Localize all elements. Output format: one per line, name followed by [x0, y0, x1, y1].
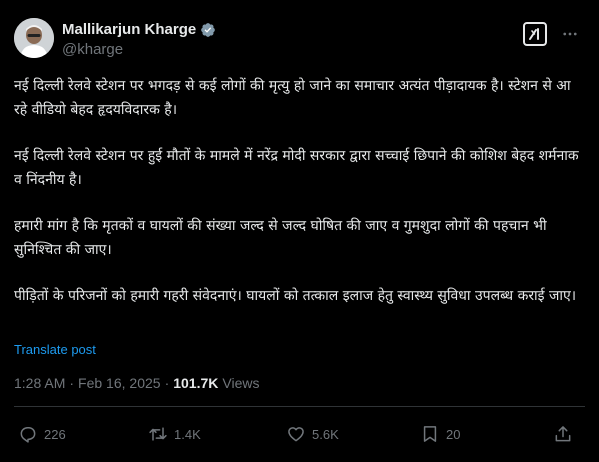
repost-button[interactable]: 1.4K [148, 420, 201, 448]
bookmark-count: 20 [446, 426, 461, 442]
tweet-paragraph: पीड़ितों के परिजनों को हमारी गहरी संवेदन… [14, 288, 577, 304]
like-count: 5.6K [312, 426, 339, 442]
author-handle[interactable]: @kharge [62, 41, 123, 58]
bookmark-button[interactable]: 20 [420, 420, 460, 448]
repost-count: 1.4K [174, 426, 201, 442]
meta-separator: · [164, 375, 170, 391]
views-count: 101.7K [173, 375, 219, 391]
divider [14, 406, 585, 407]
tweet-paragraph: हमारी मांग है कि मृतकों व घायलों की संख्… [14, 218, 547, 258]
post-time[interactable]: 1:28 AM [14, 375, 65, 391]
more-dots-icon [563, 32, 577, 36]
author-name-row: Mallikarjun Kharge [62, 21, 216, 38]
reply-button[interactable]: 226 [18, 420, 66, 448]
tweet-paragraph: नई दिल्ली रेलवे स्टेशन पर हुई मौतों के म… [14, 148, 579, 188]
grok-icon [529, 28, 539, 40]
reply-icon [20, 427, 36, 443]
action-bar: 226 1.4K 5.6K 20 [18, 420, 581, 448]
bookmark-icon [423, 426, 437, 442]
more-options-button[interactable] [558, 22, 582, 46]
avatar[interactable] [14, 18, 54, 58]
verified-badge-icon[interactable] [200, 22, 216, 38]
share-button[interactable] [553, 420, 573, 448]
tweet-meta: 1:28 AM · Feb 16, 2025 · 101.7K Views [14, 375, 259, 391]
grok-button[interactable] [523, 22, 547, 46]
meta-separator: · [69, 375, 75, 391]
translate-post-link[interactable]: Translate post [14, 342, 96, 357]
author-name[interactable]: Mallikarjun Kharge [62, 21, 196, 38]
like-button[interactable]: 5.6K [286, 420, 339, 448]
repost-icon [149, 427, 167, 441]
views-label: Views [222, 375, 260, 391]
avatar-image [14, 18, 54, 58]
reply-count: 226 [44, 426, 66, 442]
share-icon [555, 426, 571, 442]
tweet-paragraph: नई दिल्ली रेलवे स्टेशन पर भगदड़ से कई लो… [14, 78, 571, 118]
heart-icon [288, 427, 304, 442]
tweet-text: नई दिल्ली रेलवे स्टेशन पर भगदड़ से कई लो… [14, 74, 584, 308]
post-date[interactable]: Feb 16, 2025 [78, 375, 161, 391]
